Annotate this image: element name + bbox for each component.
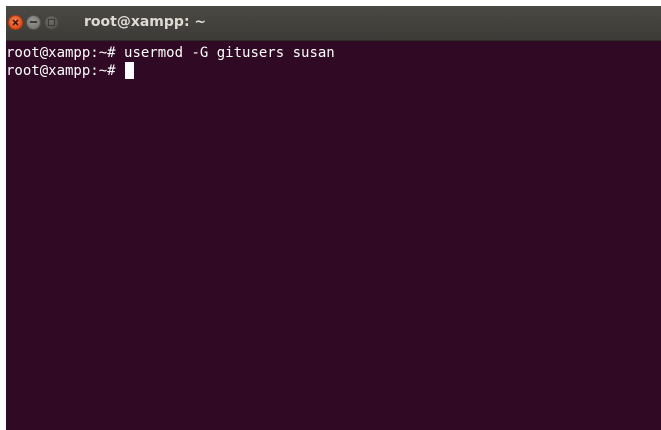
minimize-icon	[30, 21, 37, 23]
terminal-line: root@xampp:~# usermod -G gitusers susan	[6, 44, 661, 62]
shell-prompt: root@xampp:~#	[6, 63, 125, 79]
shell-prompt: root@xampp:~#	[6, 45, 125, 61]
title-bar[interactable]: root@xampp: ~	[6, 6, 661, 41]
command-text: usermod -G gitusers susan	[124, 45, 335, 61]
terminal-line: root@xampp:~#	[6, 62, 661, 80]
terminal-window: root@xampp: ~ root@xampp:~# usermod -G g…	[6, 6, 661, 430]
maximize-button[interactable]	[44, 15, 59, 30]
window-title: root@xampp: ~	[84, 14, 207, 30]
maximize-icon	[48, 19, 55, 26]
text-cursor	[125, 62, 135, 79]
close-button[interactable]	[8, 15, 23, 30]
terminal-output[interactable]: root@xampp:~# usermod -G gitusers susan …	[6, 44, 661, 430]
close-icon	[12, 19, 19, 26]
minimize-button[interactable]	[26, 15, 41, 30]
